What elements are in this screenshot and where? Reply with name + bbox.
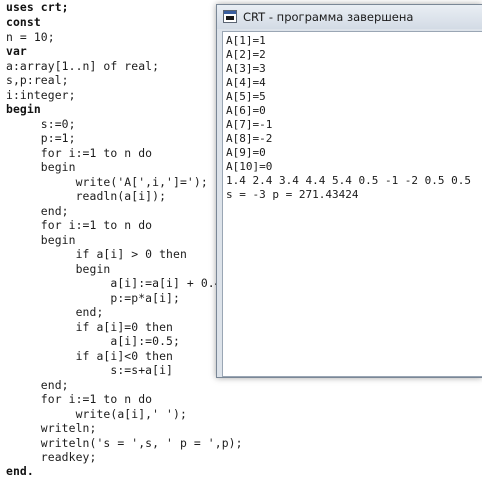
crt-app-icon[interactable] bbox=[223, 10, 237, 23]
code-line: a[i]:=a[i] + 0.4; bbox=[6, 276, 229, 290]
code-line: writeln; bbox=[6, 421, 97, 435]
code-line: begin bbox=[6, 102, 41, 116]
code-line: if a[i] > 0 then bbox=[6, 247, 187, 261]
output-line: A[5]=5 bbox=[226, 90, 266, 103]
code-line: end; bbox=[6, 204, 69, 218]
code-line: var bbox=[6, 44, 27, 58]
code-line: write('A[',i,']='); bbox=[6, 175, 208, 189]
code-line: for i:=1 to n do bbox=[6, 392, 153, 406]
crt-window-title: CRT - программа завершена bbox=[243, 10, 414, 24]
code-line: begin bbox=[6, 160, 76, 174]
output-line: A[3]=3 bbox=[226, 62, 266, 75]
output-line: A[2]=2 bbox=[226, 48, 266, 61]
code-line: n = 10; bbox=[6, 30, 55, 44]
code-line: a:array[1..n] of real; bbox=[6, 59, 160, 73]
code-line: begin bbox=[6, 233, 76, 247]
code-line: s,p:real; bbox=[6, 73, 69, 87]
output-line: A[4]=4 bbox=[226, 76, 266, 89]
code-line: for i:=1 to n do bbox=[6, 146, 153, 160]
crt-titlebar[interactable]: CRT - программа завершена bbox=[217, 5, 482, 29]
code-line: end. bbox=[6, 464, 34, 478]
code-line: for i:=1 to n do bbox=[6, 218, 153, 232]
output-line: A[7]=-1 bbox=[226, 118, 273, 131]
code-line: end; bbox=[6, 305, 104, 319]
output-line: A[10]=0 bbox=[226, 160, 273, 173]
output-line: 1.4 2.4 3.4 4.4 5.4 0.5 -1 -2 0.5 0.5 bbox=[226, 174, 472, 187]
output-line: A[8]=-2 bbox=[226, 132, 273, 145]
code-line: end; bbox=[6, 378, 69, 392]
code-line: uses crt; bbox=[6, 0, 69, 14]
output-line: A[6]=0 bbox=[226, 104, 266, 117]
code-line: if a[i]<0 then bbox=[6, 349, 173, 363]
code-line: i:integer; bbox=[6, 88, 76, 102]
code-line: p:=p*a[i]; bbox=[6, 291, 180, 305]
crt-console-output[interactable]: A[1]=1 A[2]=2 A[3]=3 A[4]=4 A[5]=5 A[6]=… bbox=[222, 31, 482, 377]
code-line: readln(a[i]); bbox=[6, 189, 167, 203]
code-line: readkey; bbox=[6, 450, 97, 464]
code-line: const bbox=[6, 15, 41, 29]
output-line: A[9]=0 bbox=[226, 146, 266, 159]
output-line: A[1]=1 bbox=[226, 34, 266, 47]
code-line: begin bbox=[6, 262, 111, 276]
code-line: a[i]:=0.5; bbox=[6, 334, 180, 348]
code-line: s:=s+a[i] bbox=[6, 363, 173, 377]
code-line: writeln('s = ',s, ' p = ',p); bbox=[6, 436, 243, 450]
code-line: p:=1; bbox=[6, 131, 76, 145]
crt-window[interactable]: CRT - программа завершена A[1]=1 A[2]=2 … bbox=[216, 4, 482, 378]
code-line: if a[i]=0 then bbox=[6, 320, 173, 334]
code-line: write(a[i],' '); bbox=[6, 407, 187, 421]
code-line: s:=0; bbox=[6, 117, 76, 131]
output-line: s = -3 p = 271.43424 bbox=[226, 188, 359, 201]
